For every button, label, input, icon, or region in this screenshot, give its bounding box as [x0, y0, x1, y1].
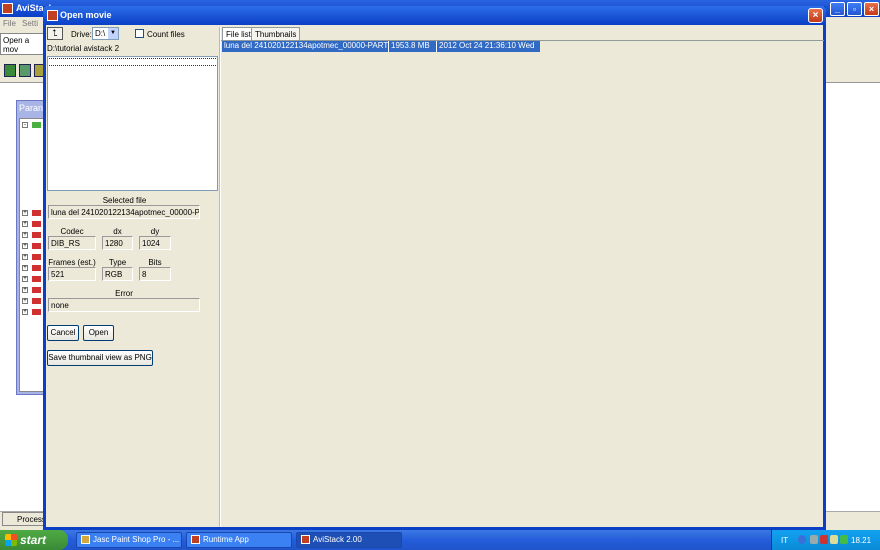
- taskbar-item-paint-shop[interactable]: Jasc Paint Shop Pro - ...: [76, 532, 182, 548]
- dy-label: dy: [150, 227, 160, 236]
- dx-field: 1280: [102, 236, 133, 250]
- menu-file[interactable]: File: [3, 19, 16, 28]
- tree-expand-icon[interactable]: +: [22, 254, 28, 260]
- tray-security-icon[interactable]: [820, 535, 828, 544]
- error-field: none: [48, 298, 200, 312]
- count-files-checkbox[interactable]: [135, 29, 144, 38]
- save-thumbnail-button[interactable]: Save thumbnail view as PNG: [47, 350, 153, 366]
- folder-icon: [32, 210, 41, 216]
- current-path: D:\tutorial avistack 2: [47, 44, 120, 53]
- frames-field: 521: [48, 267, 96, 281]
- tray-network-icon[interactable]: [810, 535, 818, 544]
- folder-icon: [32, 287, 41, 293]
- tree-expand-icon[interactable]: +: [22, 298, 28, 304]
- process-button[interactable]: Process: [2, 512, 46, 526]
- dialog-titlebar: [43, 6, 826, 25]
- selected-file-field: luna del 241020122134apotmec_00000-PAR: [48, 205, 200, 219]
- dialog-app-icon: [47, 10, 58, 21]
- tree-expand-icon[interactable]: +: [22, 265, 28, 271]
- toolbar-icon-1[interactable]: [4, 64, 16, 77]
- tree-expand-icon[interactable]: +: [22, 221, 28, 227]
- taskbar-item-runtime-app[interactable]: Runtime App: [186, 532, 292, 548]
- tree-expand-icon[interactable]: +: [22, 243, 28, 249]
- tree-expand-icon[interactable]: -: [22, 122, 28, 128]
- codec-label: Codec: [60, 227, 84, 236]
- up-folder-button[interactable]: ⮤: [47, 27, 63, 40]
- folder-icon: [32, 265, 41, 271]
- cancel-button[interactable]: Cancel: [47, 325, 79, 341]
- bits-label: Bits: [148, 258, 162, 267]
- tray-arrow-icon[interactable]: [798, 535, 806, 544]
- dialog-close-icon[interactable]: ×: [808, 8, 823, 23]
- tray-volume-icon[interactable]: [830, 535, 838, 544]
- open-movie-panel[interactable]: Open a mov: [0, 33, 44, 55]
- count-files-label: Count files: [147, 30, 185, 39]
- tree-expand-icon[interactable]: +: [22, 309, 28, 315]
- folder-icon: [32, 243, 41, 249]
- tab-file-list[interactable]: File list: [222, 27, 255, 41]
- tree-expand-icon[interactable]: +: [22, 232, 28, 238]
- taskbar-item-avistack[interactable]: AviStack 2.00: [296, 532, 402, 548]
- error-label: Error: [115, 289, 133, 298]
- dx-label: dx: [113, 227, 122, 236]
- folder-icon: [32, 298, 41, 304]
- windows-logo-icon: [5, 534, 17, 546]
- avistack-icon: [301, 535, 310, 544]
- open-button[interactable]: Open: [83, 325, 114, 341]
- parameters-title: Paran: [19, 103, 44, 113]
- file-date-cell: 2012 Oct 24 21:36:10 Wed: [439, 41, 535, 50]
- menu-settings[interactable]: Setti: [22, 19, 38, 28]
- folder-icon: [32, 276, 41, 282]
- folder-icon: [32, 122, 41, 128]
- folder-icon: [32, 254, 41, 260]
- panel-splitter[interactable]: [219, 27, 221, 527]
- clock: 18.21: [851, 536, 872, 545]
- tree-expand-icon[interactable]: +: [22, 287, 28, 293]
- tree-expand-icon[interactable]: +: [22, 210, 28, 216]
- folder-icon: [32, 232, 41, 238]
- tree-expand-icon[interactable]: +: [22, 276, 28, 282]
- codec-field: DIB_RS: [48, 236, 96, 250]
- up-folder-icon: ⮤: [52, 28, 58, 38]
- dialog-title: Open movie: [60, 10, 112, 20]
- minimize-icon[interactable]: _: [830, 2, 845, 16]
- language-indicator[interactable]: IT: [781, 536, 788, 545]
- maximize-icon[interactable]: ▫: [847, 2, 862, 16]
- tray-status-icon[interactable]: [840, 535, 848, 544]
- toolbar-icon-2[interactable]: [19, 64, 31, 77]
- selected-file-label: Selected file: [102, 196, 147, 205]
- directory-list-item[interactable]: [49, 58, 216, 66]
- frames-label: Frames (est.): [48, 258, 96, 267]
- app-icon: [2, 3, 13, 14]
- file-name-cell: luna del 241020122134apotmec_00000-PART1…: [224, 41, 389, 52]
- runtime-app-icon: [191, 535, 200, 544]
- folder-icon: [32, 221, 41, 227]
- tab-thumbnails[interactable]: Thumbnails: [251, 27, 301, 41]
- folder-icon: [32, 309, 41, 315]
- close-icon[interactable]: ×: [864, 2, 879, 16]
- type-label: Type: [108, 258, 127, 267]
- type-field: RGB: [102, 267, 133, 281]
- dy-field: 1024: [139, 236, 171, 250]
- directory-list[interactable]: [47, 56, 218, 191]
- file-size-cell: 1953.8 MB: [389, 41, 437, 52]
- chevron-down-icon[interactable]: ▼: [108, 28, 118, 39]
- bits-field: 8: [139, 267, 171, 281]
- table-row[interactable]: luna del 241020122134apotmec_00000-PART1…: [222, 41, 540, 52]
- paint-shop-icon: [81, 535, 90, 544]
- drive-label: Drive:: [71, 30, 92, 39]
